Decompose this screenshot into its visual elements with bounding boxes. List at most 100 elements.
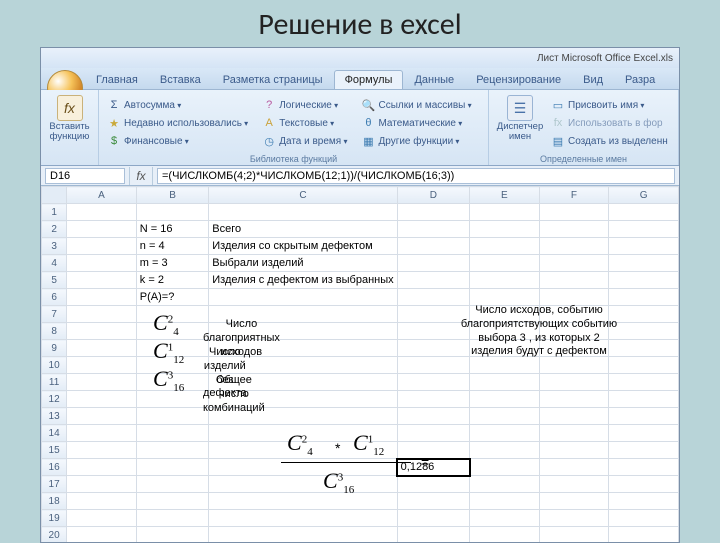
- recent-button[interactable]: ★Недавно использовались: [105, 114, 250, 132]
- cell-G4[interactable]: [609, 255, 679, 272]
- cell-D18[interactable]: [397, 493, 469, 510]
- cell-G10[interactable]: [609, 357, 679, 374]
- row-header-6[interactable]: 6: [42, 289, 67, 306]
- cell-E6[interactable]: [470, 289, 540, 306]
- cell-C8[interactable]: [209, 323, 397, 340]
- row-header-7[interactable]: 7: [42, 306, 67, 323]
- col-header-F[interactable]: F: [539, 187, 609, 204]
- cell-F14[interactable]: [539, 425, 609, 442]
- cell-G13[interactable]: [609, 408, 679, 425]
- math-button[interactable]: θМатематические: [359, 114, 473, 132]
- cell-F5[interactable]: [539, 272, 609, 289]
- cell-C6[interactable]: [209, 289, 397, 306]
- cell-E10[interactable]: [470, 357, 540, 374]
- cell-E1[interactable]: [470, 204, 540, 221]
- cell-C15[interactable]: [209, 442, 397, 459]
- row-header-15[interactable]: 15: [42, 442, 67, 459]
- row-header-18[interactable]: 18: [42, 493, 67, 510]
- cell-A16[interactable]: [67, 459, 137, 476]
- cell-F2[interactable]: [539, 221, 609, 238]
- cell-G9[interactable]: [609, 340, 679, 357]
- cell-E5[interactable]: [470, 272, 540, 289]
- cell-A5[interactable]: [67, 272, 137, 289]
- cell-D9[interactable]: [397, 340, 469, 357]
- row-header-11[interactable]: 11: [42, 374, 67, 391]
- tab-home[interactable]: Главная: [85, 70, 149, 89]
- formula-input[interactable]: =(ЧИСЛКОМБ(4;2)*ЧИСЛКОМБ(12;1))/(ЧИСЛКОМ…: [157, 168, 675, 184]
- cell-F7[interactable]: [539, 306, 609, 323]
- tab-view[interactable]: Вид: [572, 70, 614, 89]
- cell-F3[interactable]: [539, 238, 609, 255]
- cell-E17[interactable]: [470, 476, 540, 493]
- cell-B4[interactable]: m = 3: [136, 255, 208, 272]
- cell-G1[interactable]: [609, 204, 679, 221]
- cell-E4[interactable]: [470, 255, 540, 272]
- cell-B9[interactable]: [136, 340, 208, 357]
- date-button[interactable]: ◷Дата и время: [260, 132, 349, 150]
- tab-formulas[interactable]: Формулы: [334, 70, 404, 89]
- cell-E7[interactable]: [470, 306, 540, 323]
- cell-E2[interactable]: [470, 221, 540, 238]
- cell-F19[interactable]: [539, 510, 609, 527]
- cell-F10[interactable]: [539, 357, 609, 374]
- cell-F18[interactable]: [539, 493, 609, 510]
- cell-G19[interactable]: [609, 510, 679, 527]
- cell-G7[interactable]: [609, 306, 679, 323]
- cell-A17[interactable]: [67, 476, 137, 493]
- cell-A3[interactable]: [67, 238, 137, 255]
- cell-C7[interactable]: [209, 306, 397, 323]
- cell-G14[interactable]: [609, 425, 679, 442]
- cell-B8[interactable]: [136, 323, 208, 340]
- cell-D5[interactable]: [397, 272, 469, 289]
- row-header-10[interactable]: 10: [42, 357, 67, 374]
- cell-F12[interactable]: [539, 391, 609, 408]
- cell-E13[interactable]: [470, 408, 540, 425]
- cell-D11[interactable]: [397, 374, 469, 391]
- cell-F9[interactable]: [539, 340, 609, 357]
- cell-E16[interactable]: [470, 459, 540, 476]
- cell-D19[interactable]: [397, 510, 469, 527]
- cell-E19[interactable]: [470, 510, 540, 527]
- cell-F11[interactable]: [539, 374, 609, 391]
- cell-F13[interactable]: [539, 408, 609, 425]
- cell-C13[interactable]: [209, 408, 397, 425]
- col-header-D[interactable]: D: [397, 187, 469, 204]
- cell-D4[interactable]: [397, 255, 469, 272]
- row-header-19[interactable]: 19: [42, 510, 67, 527]
- row-header-1[interactable]: 1: [42, 204, 67, 221]
- cell-D15[interactable]: [397, 442, 469, 459]
- cell-B16[interactable]: [136, 459, 208, 476]
- cell-B15[interactable]: [136, 442, 208, 459]
- create-from-selection-button[interactable]: ▤Создать из выделенн: [549, 132, 670, 150]
- cell-G2[interactable]: [609, 221, 679, 238]
- cell-B1[interactable]: [136, 204, 208, 221]
- cell-A18[interactable]: [67, 493, 137, 510]
- other-button[interactable]: ▦Другие функции: [359, 132, 473, 150]
- cell-C9[interactable]: [209, 340, 397, 357]
- cell-A14[interactable]: [67, 425, 137, 442]
- cell-A10[interactable]: [67, 357, 137, 374]
- cell-C1[interactable]: [209, 204, 397, 221]
- fx-button[interactable]: fx: [129, 167, 153, 185]
- cell-C12[interactable]: [209, 391, 397, 408]
- use-in-formula-button[interactable]: fxИспользовать в фор: [549, 114, 670, 132]
- tab-layout[interactable]: Разметка страницы: [212, 70, 334, 89]
- cell-B17[interactable]: [136, 476, 208, 493]
- cell-A15[interactable]: [67, 442, 137, 459]
- cell-B3[interactable]: n = 4: [136, 238, 208, 255]
- cell-B12[interactable]: [136, 391, 208, 408]
- autosum-button[interactable]: ΣАвтосумма: [105, 96, 250, 114]
- cell-E3[interactable]: [470, 238, 540, 255]
- cell-E15[interactable]: [470, 442, 540, 459]
- cell-D3[interactable]: [397, 238, 469, 255]
- cell-D1[interactable]: [397, 204, 469, 221]
- cell-F17[interactable]: [539, 476, 609, 493]
- cell-F4[interactable]: [539, 255, 609, 272]
- col-header-G[interactable]: G: [609, 187, 679, 204]
- col-header-A[interactable]: A: [67, 187, 137, 204]
- cell-C5[interactable]: Изделия с дефектом из выбранных: [209, 272, 397, 289]
- row-header-9[interactable]: 9: [42, 340, 67, 357]
- cell-C19[interactable]: [209, 510, 397, 527]
- cell-A9[interactable]: [67, 340, 137, 357]
- row-header-17[interactable]: 17: [42, 476, 67, 493]
